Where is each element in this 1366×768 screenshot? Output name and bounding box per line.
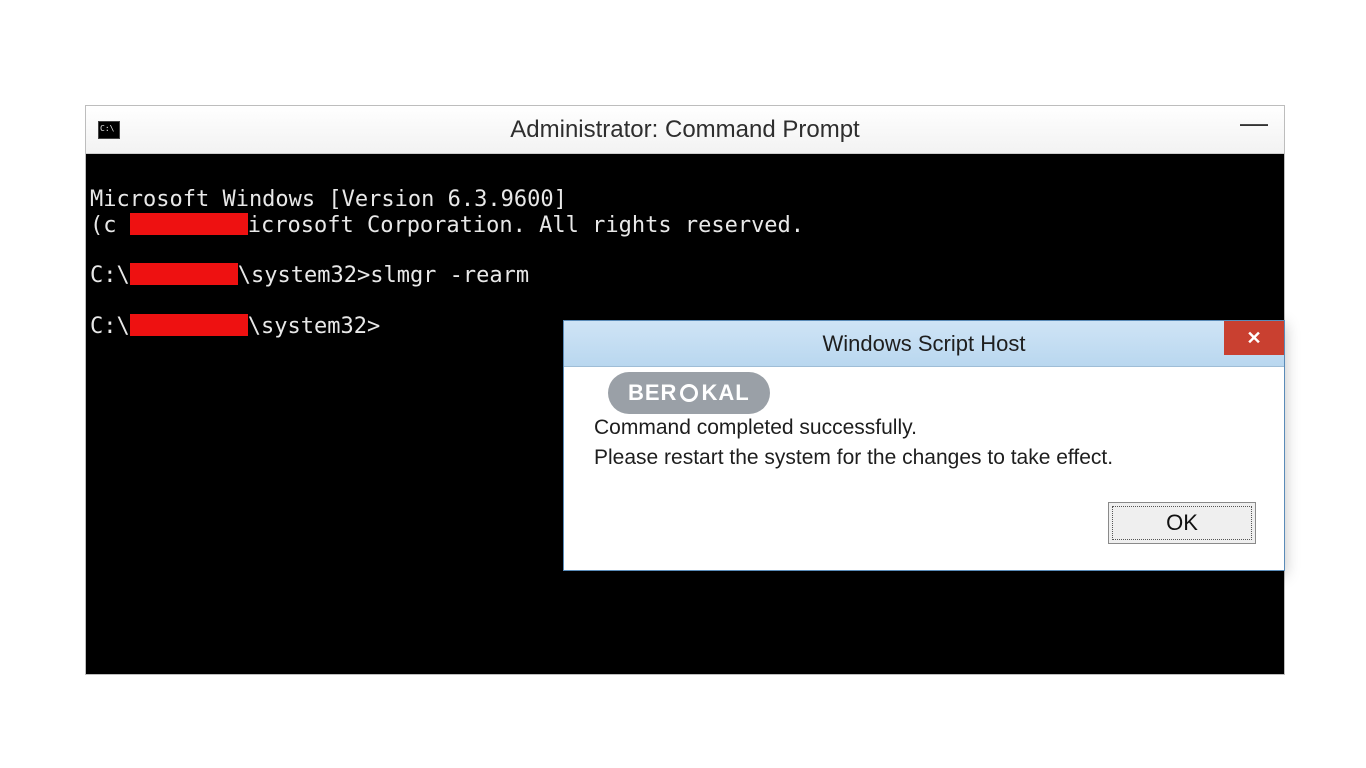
- cmd-text-fragment: (c: [90, 213, 117, 238]
- close-button[interactable]: ✕: [1224, 321, 1284, 355]
- watermark-text-prefix: BER: [628, 380, 677, 406]
- dialog-message-line: Please restart the system for the change…: [594, 443, 1254, 473]
- script-host-dialog: Windows Script Host ✕ Command completed …: [563, 320, 1285, 571]
- cmd-input-line: C:\ \system32>slmgr -rearm: [90, 263, 1280, 288]
- cmd-titlebar[interactable]: Administrator: Command Prompt —: [86, 106, 1284, 154]
- cmd-icon: [98, 121, 120, 139]
- watermark-badge: BER KAL: [608, 372, 770, 414]
- cmd-output-line: Microsoft Windows [Version 6.3.9600]: [90, 187, 1280, 212]
- watermark-text-suffix: KAL: [701, 380, 749, 406]
- cmd-prompt-path: \system32>: [248, 314, 380, 339]
- dialog-titlebar[interactable]: Windows Script Host ✕: [564, 321, 1284, 367]
- watermark-o-icon: [680, 384, 698, 402]
- redacted-block: [130, 263, 238, 285]
- cmd-entered-command: slmgr -rearm: [370, 263, 529, 288]
- cmd-text-fragment: icrosoft Corporation. All rights reserve…: [248, 213, 804, 238]
- ok-button[interactable]: OK: [1108, 502, 1256, 544]
- dialog-footer: OK: [564, 502, 1284, 570]
- dialog-message-line: Command completed successfully.: [594, 413, 1254, 443]
- minimize-button[interactable]: —: [1232, 114, 1276, 132]
- dialog-title: Windows Script Host: [823, 331, 1026, 357]
- close-icon: ✕: [1246, 328, 1261, 349]
- redacted-block: [130, 213, 248, 235]
- cmd-prompt-prefix: C:\: [90, 314, 130, 339]
- cmd-output-line: (c icrosoft Corporation. All rights rese…: [90, 213, 1280, 238]
- redacted-block: [130, 314, 248, 336]
- cmd-window-title: Administrator: Command Prompt: [510, 116, 859, 144]
- cmd-prompt-path: \system32>: [238, 263, 370, 288]
- cmd-prompt-prefix: C:\: [90, 263, 130, 288]
